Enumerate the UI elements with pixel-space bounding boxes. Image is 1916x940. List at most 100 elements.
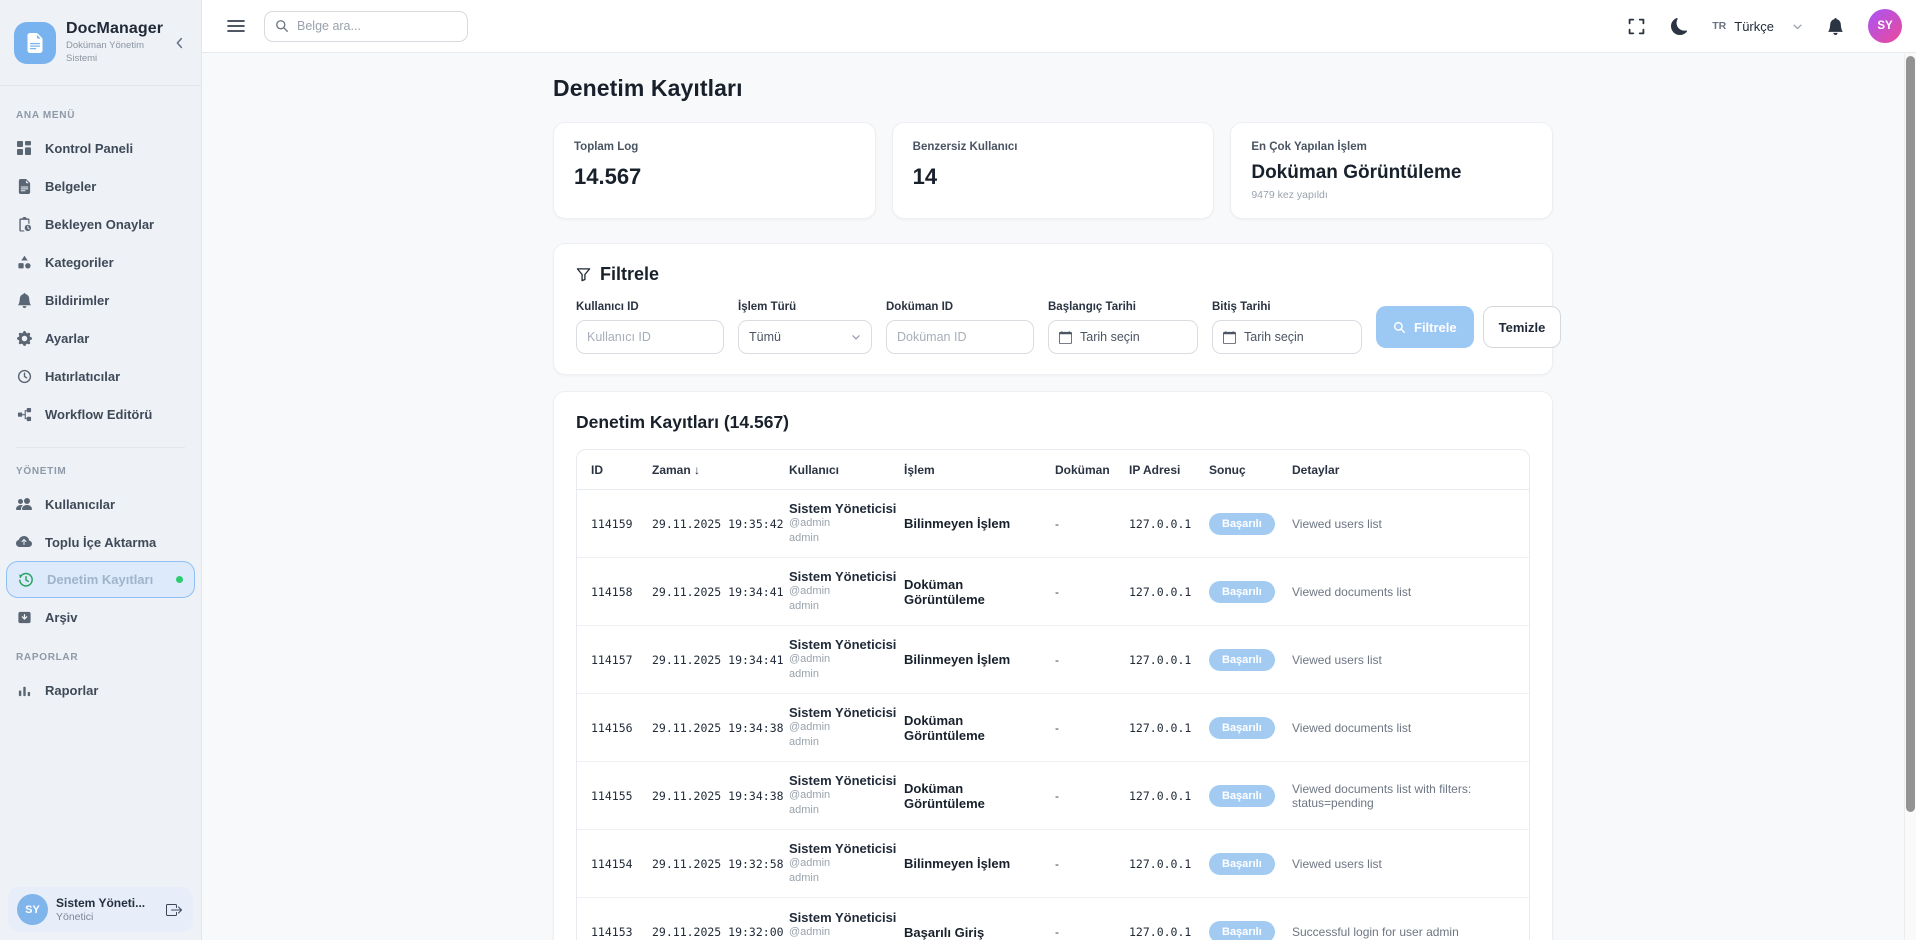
sidebar-item-toplu-i-e-aktarma[interactable]: Toplu İçe Aktarma <box>0 523 201 561</box>
user-username: admin <box>789 735 904 750</box>
cell-user: Sistem Yöneticisi@adminadmin <box>789 637 904 682</box>
fullscreen-icon[interactable] <box>1626 16 1647 37</box>
column-header-ip-adresi[interactable]: IP Adresi <box>1129 463 1209 477</box>
sidebar-item-kontrol-paneli[interactable]: Kontrol Paneli <box>0 129 201 167</box>
cell-ip: 127.0.0.1 <box>1129 789 1209 803</box>
global-search[interactable] <box>264 11 468 42</box>
text-input[interactable] <box>897 330 1023 344</box>
funnel-icon <box>576 267 591 282</box>
cell-details: Viewed documents list with filters: stat… <box>1292 782 1515 810</box>
sidebar-item-belgeler[interactable]: Belgeler <box>0 167 201 205</box>
language-switcher[interactable]: TR Türkçe <box>1712 19 1803 34</box>
cell-id: 114153 <box>591 925 652 939</box>
table-row[interactable]: 11415929.11.2025 19:35:42Sistem Yönetici… <box>577 490 1529 558</box>
stat-label: En Çok Yapılan İşlem <box>1251 141 1532 153</box>
cell-time: 29.11.2025 19:34:38 <box>652 721 789 735</box>
column-header-sonu-[interactable]: Sonuç <box>1209 463 1292 477</box>
sidebar-item-label: Denetim Kayıtları <box>47 572 153 587</box>
settings-icon <box>16 330 32 346</box>
audit-table-header: IDZaman ↓KullanıcıİşlemDokümanIP AdresiS… <box>577 450 1529 490</box>
topbar-avatar[interactable]: SY <box>1868 9 1902 43</box>
sidebar-item-hat-rlat-c-lar[interactable]: Hatırlatıcılar <box>0 357 201 395</box>
logout-icon[interactable] <box>164 900 184 920</box>
scrollbar-thumb[interactable] <box>1906 56 1915 812</box>
cell-user: Sistem Yöneticisi@adminadmin <box>789 501 904 546</box>
user-username: admin <box>789 667 904 682</box>
table-row[interactable]: 11415529.11.2025 19:34:38Sistem Yönetici… <box>577 762 1529 830</box>
filter-clear-button[interactable]: Temizle <box>1483 306 1562 348</box>
sidebar-item-workflow-edit-r-[interactable]: Workflow Editörü <box>0 395 201 433</box>
cell-action: Başarılı Giriş <box>904 925 1055 940</box>
chevron-down-icon <box>1792 21 1803 32</box>
cell-ip: 127.0.0.1 <box>1129 925 1209 939</box>
sidebar-item-ayarlar[interactable]: Ayarlar <box>0 319 201 357</box>
sidebar-user-card[interactable]: SY Sistem Yöneti... Yönetici <box>8 887 193 932</box>
document-logo-icon <box>25 33 45 53</box>
sidebar-item-bildirimler[interactable]: Bildirimler <box>0 281 201 319</box>
user-handle: @admin <box>789 720 904 735</box>
status-badge: Başarılı <box>1209 921 1275 940</box>
stat-value: 14.567 <box>574 164 855 190</box>
sidebar-item-bekleyen-onaylar[interactable]: Bekleyen Onaylar <box>0 205 201 243</box>
sidebar-item-label: Ayarlar <box>45 331 89 346</box>
cell-action: Doküman Görüntüleme <box>904 713 1055 743</box>
cell-result: Başarılı <box>1209 649 1292 671</box>
app-subtitle: Doküman Yönetim Sistemi <box>66 40 161 65</box>
field-label: Doküman ID <box>886 301 1034 313</box>
cell-time: 29.11.2025 19:35:42 <box>652 517 789 531</box>
table-row[interactable]: 11415629.11.2025 19:34:38Sistem Yönetici… <box>577 694 1529 762</box>
dark-mode-moon-icon[interactable] <box>1669 16 1690 37</box>
date-control[interactable]: Tarih seçin <box>1212 320 1362 354</box>
cell-ip: 127.0.0.1 <box>1129 653 1209 667</box>
cell-details: Viewed users list <box>1292 857 1515 871</box>
status-badge: Başarılı <box>1209 785 1275 807</box>
status-badge: Başarılı <box>1209 853 1275 875</box>
field-label: Başlangıç Tarihi <box>1048 301 1198 313</box>
table-row[interactable]: 11415429.11.2025 19:32:58Sistem Yönetici… <box>577 830 1529 898</box>
sidebar-section-label: RAPORLAR <box>0 636 201 671</box>
select-control[interactable]: Tümü <box>738 320 872 354</box>
user-handle: @admin <box>789 516 904 531</box>
search-input[interactable] <box>297 19 457 33</box>
hamburger-menu-icon[interactable] <box>224 15 248 37</box>
stats-row: Toplam Log14.567Benzersiz Kullanıcı14En … <box>553 122 1553 219</box>
table-row[interactable]: 11415829.11.2025 19:34:41Sistem Yönetici… <box>577 558 1529 626</box>
stat-card: Toplam Log14.567 <box>553 122 876 219</box>
table-row[interactable]: 11415329.11.2025 19:32:00Sistem Yönetici… <box>577 898 1529 940</box>
cell-details: Successful login for user admin <box>1292 925 1515 939</box>
column-header-dok-man[interactable]: Doküman <box>1055 463 1129 477</box>
notifications-bell-icon[interactable] <box>1825 16 1846 37</box>
sidebar: DocManager Doküman Yönetim Sistemi ANA M… <box>0 0 202 940</box>
audit-table: IDZaman ↓KullanıcıİşlemDokümanIP AdresiS… <box>576 449 1530 940</box>
cell-action: Doküman Görüntüleme <box>904 781 1055 811</box>
table-row[interactable]: 11415729.11.2025 19:34:41Sistem Yönetici… <box>577 626 1529 694</box>
sidebar-item-ar-iv[interactable]: Arşiv <box>0 598 201 636</box>
text-input[interactable] <box>587 330 713 344</box>
column-header-zaman-[interactable]: Zaman ↓ <box>652 463 789 477</box>
sidebar-item-raporlar[interactable]: Raporlar <box>0 671 201 709</box>
sidebar-item-label: Raporlar <box>45 683 98 698</box>
cell-user: Sistem Yöneticisi@adminadmin <box>789 705 904 750</box>
vertical-scrollbar[interactable] <box>1904 54 1916 940</box>
sidebar-item-kategoriler[interactable]: Kategoriler <box>0 243 201 281</box>
user-name: Sistem Yöneticisi <box>789 841 904 856</box>
cell-time: 29.11.2025 19:34:41 <box>652 585 789 599</box>
column-header-detaylar[interactable]: Detaylar <box>1292 463 1515 477</box>
cell-document: - <box>1055 721 1129 735</box>
cell-user: Sistem Yöneticisi@adminadmin <box>789 841 904 886</box>
sidebar-divider <box>16 447 185 448</box>
text-control[interactable] <box>576 320 724 354</box>
filter-apply-button[interactable]: Filtrele <box>1376 306 1474 348</box>
sidebar-collapse-icon[interactable] <box>171 34 189 52</box>
column-header-id[interactable]: ID <box>591 463 652 477</box>
cell-ip: 127.0.0.1 <box>1129 857 1209 871</box>
cell-document: - <box>1055 653 1129 667</box>
date-control[interactable]: Tarih seçin <box>1048 320 1198 354</box>
user-name: Sistem Yöneticisi <box>789 501 904 516</box>
column-header-kullan-c-[interactable]: Kullanıcı <box>789 463 904 477</box>
sidebar-item-kullan-c-lar[interactable]: Kullanıcılar <box>0 485 201 523</box>
column-header-i-lem[interactable]: İşlem <box>904 463 1055 477</box>
sidebar-item-denetim-kay-tlar-[interactable]: Denetim Kayıtları <box>6 561 195 598</box>
text-control[interactable] <box>886 320 1034 354</box>
sidebar-item-label: Belgeler <box>45 179 96 194</box>
